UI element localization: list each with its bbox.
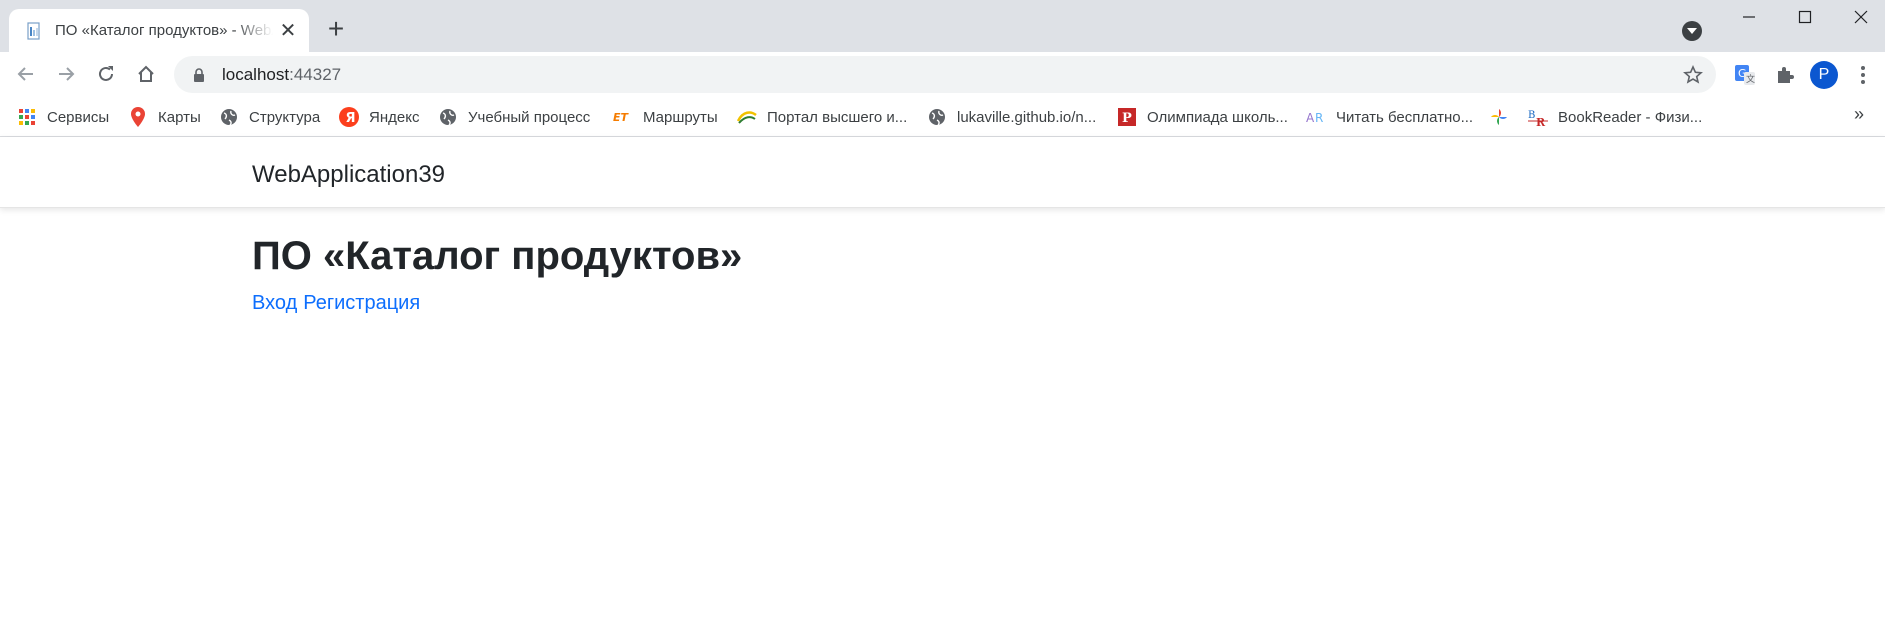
forward-arrow-icon[interactable]: [51, 59, 81, 89]
globe-icon: [927, 107, 947, 127]
svg-text:R: R: [1315, 111, 1323, 125]
bookmark-star-icon[interactable]: [1682, 64, 1704, 86]
bookmark-label: Яндекс: [369, 108, 420, 126]
url-port: :44327: [289, 64, 342, 84]
bookmark-study[interactable]: Учебный процесс: [438, 105, 590, 129]
apps-grid-icon: [17, 107, 37, 127]
portal-icon: [737, 107, 757, 127]
ar-icon: AR: [1306, 107, 1326, 127]
more-bookmarks-chevron-icon[interactable]: »: [1854, 104, 1864, 125]
register-link[interactable]: Регистрация: [303, 292, 420, 314]
tab-title: ПО «Каталог продуктов» - WebApplication3…: [55, 22, 273, 39]
bookmark-label: Маршруты: [643, 108, 718, 126]
bookmark-yandex[interactable]: Я Яндекс: [339, 105, 419, 129]
url-text: localhost:44327: [222, 65, 341, 85]
br-icon: BR: [1528, 107, 1548, 127]
extensions-puzzle-icon[interactable]: [1770, 60, 1800, 90]
page-title: ПО «Каталог продуктов»: [252, 234, 743, 278]
profile-avatar[interactable]: P: [1810, 61, 1838, 89]
bookmark-label: Структура: [249, 108, 321, 126]
et-icon: ET: [613, 107, 633, 127]
login-link[interactable]: Вход: [252, 292, 297, 314]
address-bar[interactable]: localhost:44327: [174, 56, 1716, 93]
globe-icon: [438, 107, 458, 127]
maps-pin-icon: [128, 107, 148, 127]
browser-toolbar: localhost:44327 G文: [0, 52, 1885, 97]
auth-links: Вход Регистрация: [252, 292, 426, 315]
google-translate-icon[interactable]: G文: [1730, 60, 1760, 90]
page-favicon-icon: [25, 21, 45, 41]
bookmark-maps[interactable]: Карты: [128, 105, 201, 129]
yandex-icon: Я: [339, 107, 359, 127]
globe-icon: [219, 107, 239, 127]
bookmark-label: Учебный процесс: [468, 108, 591, 126]
url-host: localhost: [222, 64, 290, 84]
lock-icon[interactable]: [190, 67, 208, 82]
bookmark-label: Читать бесплатно...: [1336, 108, 1474, 126]
tab-strip: ПО «Каталог продуктов» - WebApplication3…: [0, 0, 1885, 52]
svg-text:ET: ET: [613, 111, 630, 124]
bookmark-structure[interactable]: Структура: [219, 105, 320, 129]
maximize-icon[interactable]: [1782, 2, 1828, 32]
svg-text:文: 文: [1746, 73, 1755, 85]
new-tab-button[interactable]: +: [322, 15, 350, 43]
svg-text:P: P: [1122, 111, 1132, 126]
bookmark-bookreader[interactable]: BR BookReader - Физи...: [1528, 105, 1702, 129]
bookmark-olympiad[interactable]: P Олимпиада школь...: [1117, 105, 1288, 129]
browser-tab[interactable]: ПО «Каталог продуктов» - WebApplication3…: [9, 9, 309, 52]
bookmark-read-free[interactable]: AR Читать бесплатно...: [1306, 105, 1473, 129]
bookmark-services[interactable]: Сервисы: [17, 105, 109, 129]
minimize-icon[interactable]: [1726, 2, 1772, 32]
bookmark-portal[interactable]: Портал высшего и...: [737, 105, 907, 129]
svg-text:A: A: [1306, 111, 1315, 125]
bookmarks-bar: Сервисы Карты Структура Я Яндекс Учебный…: [0, 97, 1885, 137]
home-icon[interactable]: [131, 59, 161, 89]
p-icon: P: [1117, 107, 1137, 127]
back-arrow-icon[interactable]: [11, 59, 41, 89]
svg-text:B: B: [1528, 110, 1535, 121]
bookmark-photos[interactable]: [1489, 105, 1519, 129]
photos-pinwheel-icon: [1489, 107, 1509, 127]
bookmark-lukaville[interactable]: lukaville.github.io/n...: [927, 105, 1096, 129]
bookmark-routes[interactable]: ET Маршруты: [613, 105, 718, 129]
close-tab-icon[interactable]: ✕: [277, 20, 299, 42]
bookmark-label: Олимпиада школь...: [1147, 108, 1288, 126]
bookmark-label: lukaville.github.io/n...: [957, 108, 1097, 126]
site-navbar: WebApplication39: [0, 137, 1885, 208]
bookmark-label: Карты: [158, 108, 201, 126]
close-window-icon[interactable]: [1838, 2, 1884, 32]
bookmark-label: Сервисы: [47, 108, 110, 126]
svg-text:Я: Я: [346, 111, 356, 126]
browser-menu-kebab-icon[interactable]: [1855, 60, 1871, 90]
bookmark-label: BookReader - Физи...: [1558, 108, 1703, 126]
site-brand[interactable]: WebApplication39: [252, 161, 445, 189]
reload-icon[interactable]: [91, 59, 121, 89]
bookmark-label: Портал высшего и...: [767, 108, 908, 126]
tab-search-icon[interactable]: [1682, 21, 1702, 41]
